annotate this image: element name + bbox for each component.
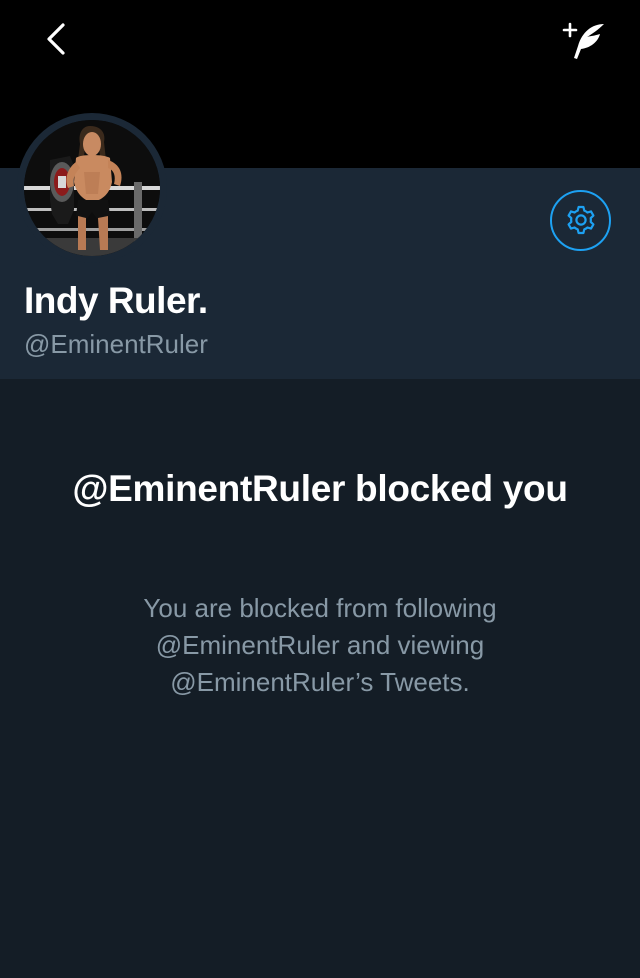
profile-screen: Indy Ruler. @EminentRuler @EminentRuler … — [0, 0, 640, 978]
profile-settings-button[interactable] — [550, 190, 611, 251]
avatar-image — [24, 120, 160, 256]
blocked-description-line: @EminentRuler’s Tweets. — [170, 667, 470, 697]
compose-tweet-feather-icon — [562, 22, 604, 59]
compose-tweet-button[interactable] — [556, 14, 612, 66]
back-button[interactable] — [30, 16, 82, 62]
blocked-description-line: You are blocked from following — [143, 593, 497, 623]
profile-display-name: Indy Ruler. — [24, 280, 208, 321]
profile-handle: @EminentRuler — [24, 329, 208, 359]
blocked-title: @EminentRuler blocked you — [72, 468, 568, 509]
avatar[interactable] — [24, 120, 160, 256]
gear-icon — [567, 205, 594, 234]
blocked-description: You are blocked from following @EminentR… — [80, 590, 560, 701]
chevron-left-icon — [47, 23, 65, 55]
blocked-description-line: @EminentRuler and viewing — [155, 630, 485, 660]
